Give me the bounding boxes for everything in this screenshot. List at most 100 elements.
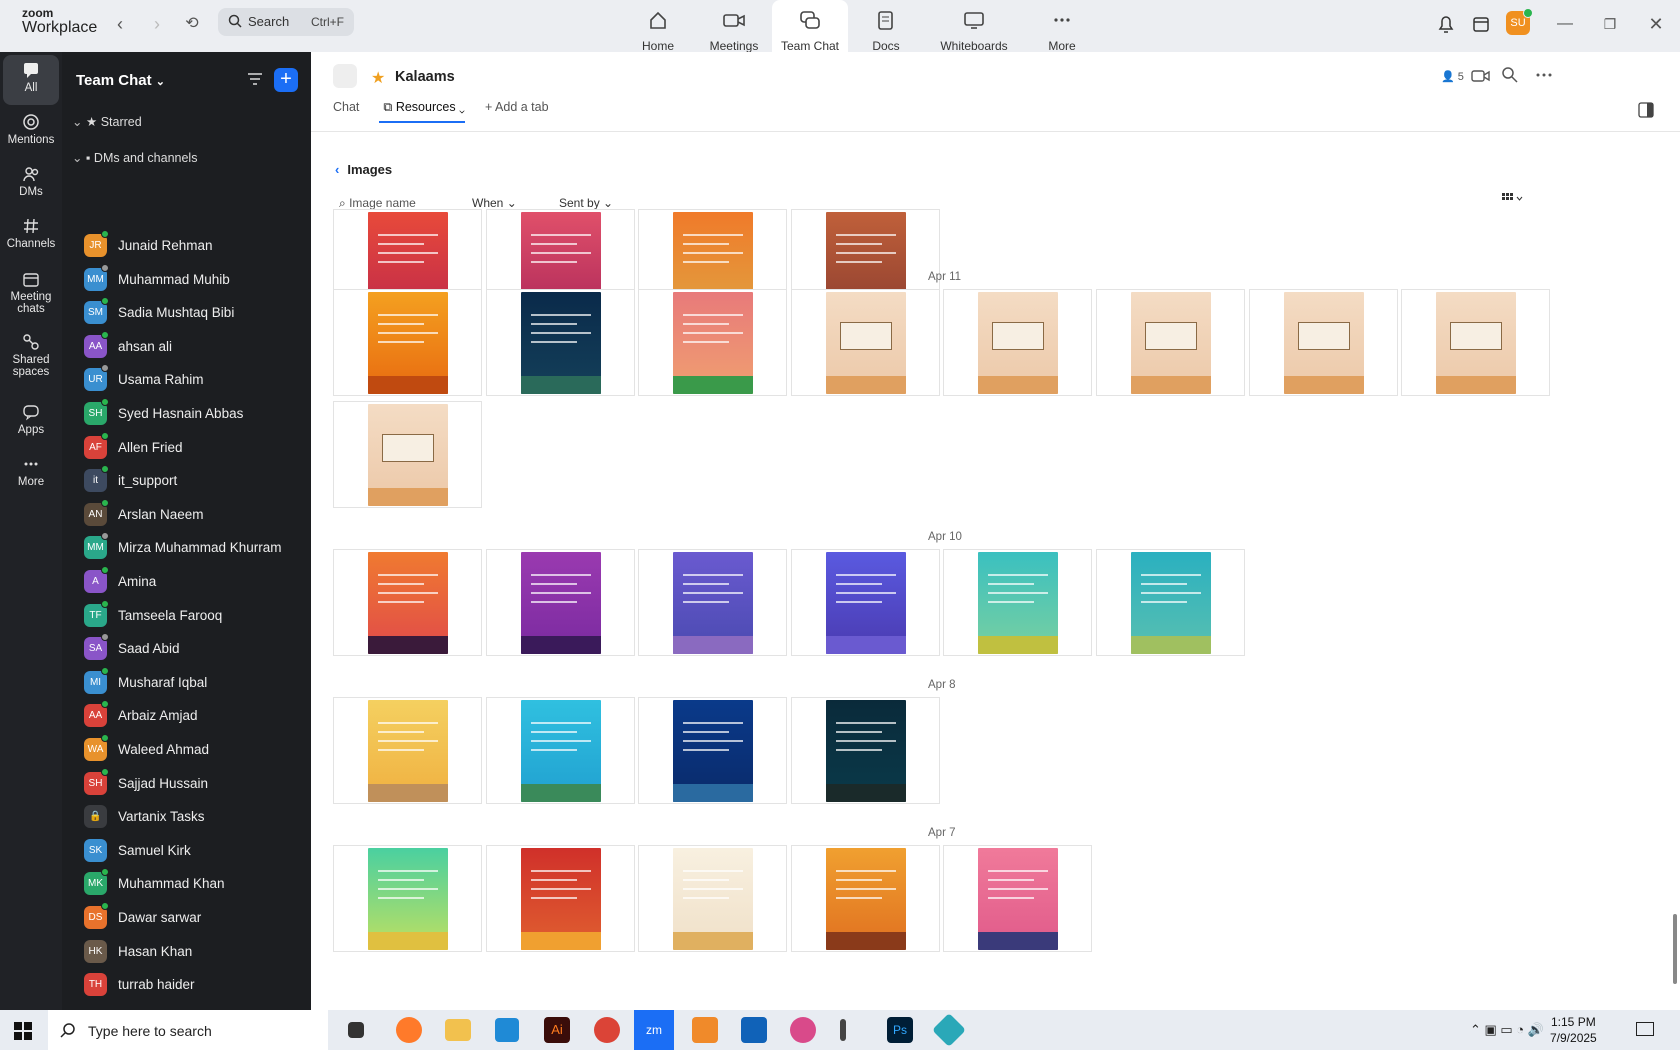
image-thumbnail[interactable] — [790, 549, 940, 656]
image-thumbnail[interactable] — [1096, 289, 1245, 396]
scrollbar[interactable] — [1673, 914, 1677, 984]
pen-tool-icon[interactable] — [840, 1019, 846, 1041]
back-arrow-icon[interactable]: ‹ — [108, 12, 132, 36]
image-thumbnail[interactable] — [943, 845, 1093, 952]
contact-item[interactable]: 🔒 Vartanix Tasks — [84, 801, 304, 835]
calendar-icon[interactable] — [1467, 10, 1495, 38]
image-thumbnail[interactable] — [485, 845, 635, 952]
video-camera-icon[interactable] — [1471, 68, 1491, 84]
image-thumbnail[interactable] — [485, 697, 635, 804]
contact-item[interactable]: SM Sadia Mushtaq Bibi — [84, 297, 304, 331]
tab-home[interactable]: Home — [620, 0, 696, 53]
illustrator-icon[interactable]: Ai — [544, 1017, 570, 1043]
forward-arrow-icon[interactable]: › — [145, 12, 169, 36]
task-view-icon[interactable] — [348, 1022, 364, 1038]
search-input[interactable]: Search Ctrl+F — [218, 8, 354, 36]
member-count[interactable]: 👤 5 — [1441, 70, 1464, 83]
image-thumbnail[interactable] — [943, 549, 1093, 656]
rail-apps[interactable]: Apps — [3, 397, 59, 447]
tab-more[interactable]: More — [1024, 0, 1100, 53]
clock[interactable]: 1:15 PM 7/9/2025 — [1550, 1014, 1597, 1046]
image-thumbnail[interactable] — [638, 697, 788, 804]
image-thumbnail[interactable] — [638, 549, 788, 656]
restore-icon[interactable]: ❐ — [1598, 12, 1622, 36]
image-thumbnail[interactable] — [638, 289, 788, 396]
system-tray-icons[interactable]: ⌃ ▣ ▭ ◔ 🔊 — [1470, 1022, 1544, 1038]
search-icon[interactable] — [1501, 66, 1519, 84]
rail-all[interactable]: All — [3, 55, 59, 105]
creative-cloud-icon[interactable] — [790, 1017, 816, 1043]
vscode-icon[interactable] — [495, 1018, 519, 1042]
history-icon[interactable]: ⟲ — [180, 12, 204, 36]
app-icon[interactable] — [932, 1013, 966, 1047]
contact-item[interactable]: AA Arbaiz Amjad — [84, 700, 304, 734]
contact-item[interactable]: MI Musharaf Iqbal — [84, 666, 304, 701]
new-chat-button[interactable]: + — [274, 68, 298, 92]
image-thumbnail[interactable] — [333, 697, 482, 804]
image-thumbnail[interactable] — [333, 289, 482, 396]
photoshop-icon[interactable]: Ps — [887, 1017, 913, 1043]
tab-chat[interactable]: Chat — [333, 100, 359, 123]
grid-view-icon[interactable] — [1502, 192, 1524, 206]
ellipsis-icon[interactable] — [1535, 66, 1553, 84]
contact-item[interactable]: UR Usama Rahim — [84, 364, 304, 398]
contact-item[interactable]: JR Junaid Rehman — [84, 230, 304, 264]
filter-icon[interactable] — [246, 70, 264, 88]
starred-section[interactable]: ⌄ ★ Starred — [72, 114, 142, 129]
contact-item[interactable]: TH turrab haider — [84, 969, 304, 1003]
image-thumbnail[interactable] — [333, 549, 482, 656]
side-panel-icon[interactable] — [1638, 102, 1654, 118]
rail-shared-spaces[interactable]: Shared spaces — [3, 327, 59, 387]
image-thumbnail[interactable] — [1096, 549, 1245, 656]
firefox-icon[interactable] — [396, 1017, 422, 1043]
image-thumbnail[interactable] — [485, 549, 635, 656]
image-thumbnail[interactable] — [790, 289, 940, 396]
tab-docs[interactable]: Docs — [848, 0, 924, 53]
star-icon[interactable]: ★ — [371, 68, 385, 88]
tab-team-chat[interactable]: Team Chat — [772, 0, 848, 53]
image-thumbnail[interactable] — [485, 289, 635, 396]
contact-item[interactable]: DS Dawar sarwar — [84, 902, 304, 936]
contact-item[interactable]: SA Saad Abid — [84, 633, 304, 667]
dms-section[interactable]: ⌄ ▪ DMs and channels — [72, 150, 197, 165]
contact-item[interactable]: A Amina — [84, 566, 304, 600]
contact-item[interactable]: WA Waleed Ahmad — [84, 734, 304, 768]
xampp-icon[interactable] — [692, 1017, 718, 1043]
close-icon[interactable]: ✕ — [1644, 12, 1668, 36]
image-thumbnail[interactable] — [333, 401, 482, 508]
tab-whiteboards[interactable]: Whiteboards — [924, 0, 1024, 53]
chrome-icon[interactable] — [594, 1017, 620, 1043]
user-avatar[interactable]: SU — [1506, 8, 1533, 35]
contact-item[interactable]: it it_support — [84, 465, 304, 499]
rail-more[interactable]: More — [3, 449, 59, 499]
minimize-icon[interactable]: — — [1553, 12, 1577, 36]
windows-start-icon[interactable] — [14, 1022, 32, 1040]
sidebar-title[interactable]: Team Chat ⌄ — [76, 72, 165, 89]
image-thumbnail[interactable] — [790, 697, 940, 804]
image-thumbnail[interactable] — [943, 289, 1093, 396]
images-back-link[interactable]: ‹ Images — [335, 162, 400, 177]
contact-item[interactable]: AF Allen Fried — [84, 431, 304, 466]
rail-mentions[interactable]: Mentions — [3, 107, 59, 157]
contact-item[interactable]: AN Arslan Naeem — [84, 498, 304, 533]
rail-meeting-chats[interactable]: Meeting chats — [3, 264, 59, 324]
contact-item[interactable]: SK Samuel Kirk — [84, 835, 304, 869]
when-filter[interactable]: When ⌄ — [472, 196, 517, 210]
image-thumbnail[interactable] — [638, 845, 788, 952]
tab-resources[interactable]: ⧉ Resources ⌄ — [379, 100, 465, 123]
image-thumbnail[interactable] — [1248, 289, 1398, 396]
sent-by-filter[interactable]: Sent by ⌄ — [559, 196, 613, 210]
image-thumbnail[interactable] — [1401, 289, 1551, 396]
bell-icon[interactable] — [1432, 10, 1460, 38]
contact-item[interactable]: MM Muhammad Muhib — [84, 263, 304, 298]
contact-item[interactable]: HK Hasan Khan — [84, 936, 304, 970]
rail-channels[interactable]: Channels — [3, 211, 59, 261]
tab-meetings[interactable]: Meetings — [696, 0, 772, 53]
contact-item[interactable]: MK Muhammad Khan — [84, 868, 304, 902]
contact-item[interactable]: SH Syed Hasnain Abbas — [84, 398, 304, 432]
taskbar-search[interactable]: Type here to search — [48, 1010, 328, 1050]
outlook-icon[interactable] — [741, 1017, 767, 1043]
file-explorer-icon[interactable] — [445, 1019, 471, 1041]
add-tab-button[interactable]: + Add a tab — [485, 100, 549, 123]
rail-dms[interactable]: DMs — [3, 159, 59, 209]
